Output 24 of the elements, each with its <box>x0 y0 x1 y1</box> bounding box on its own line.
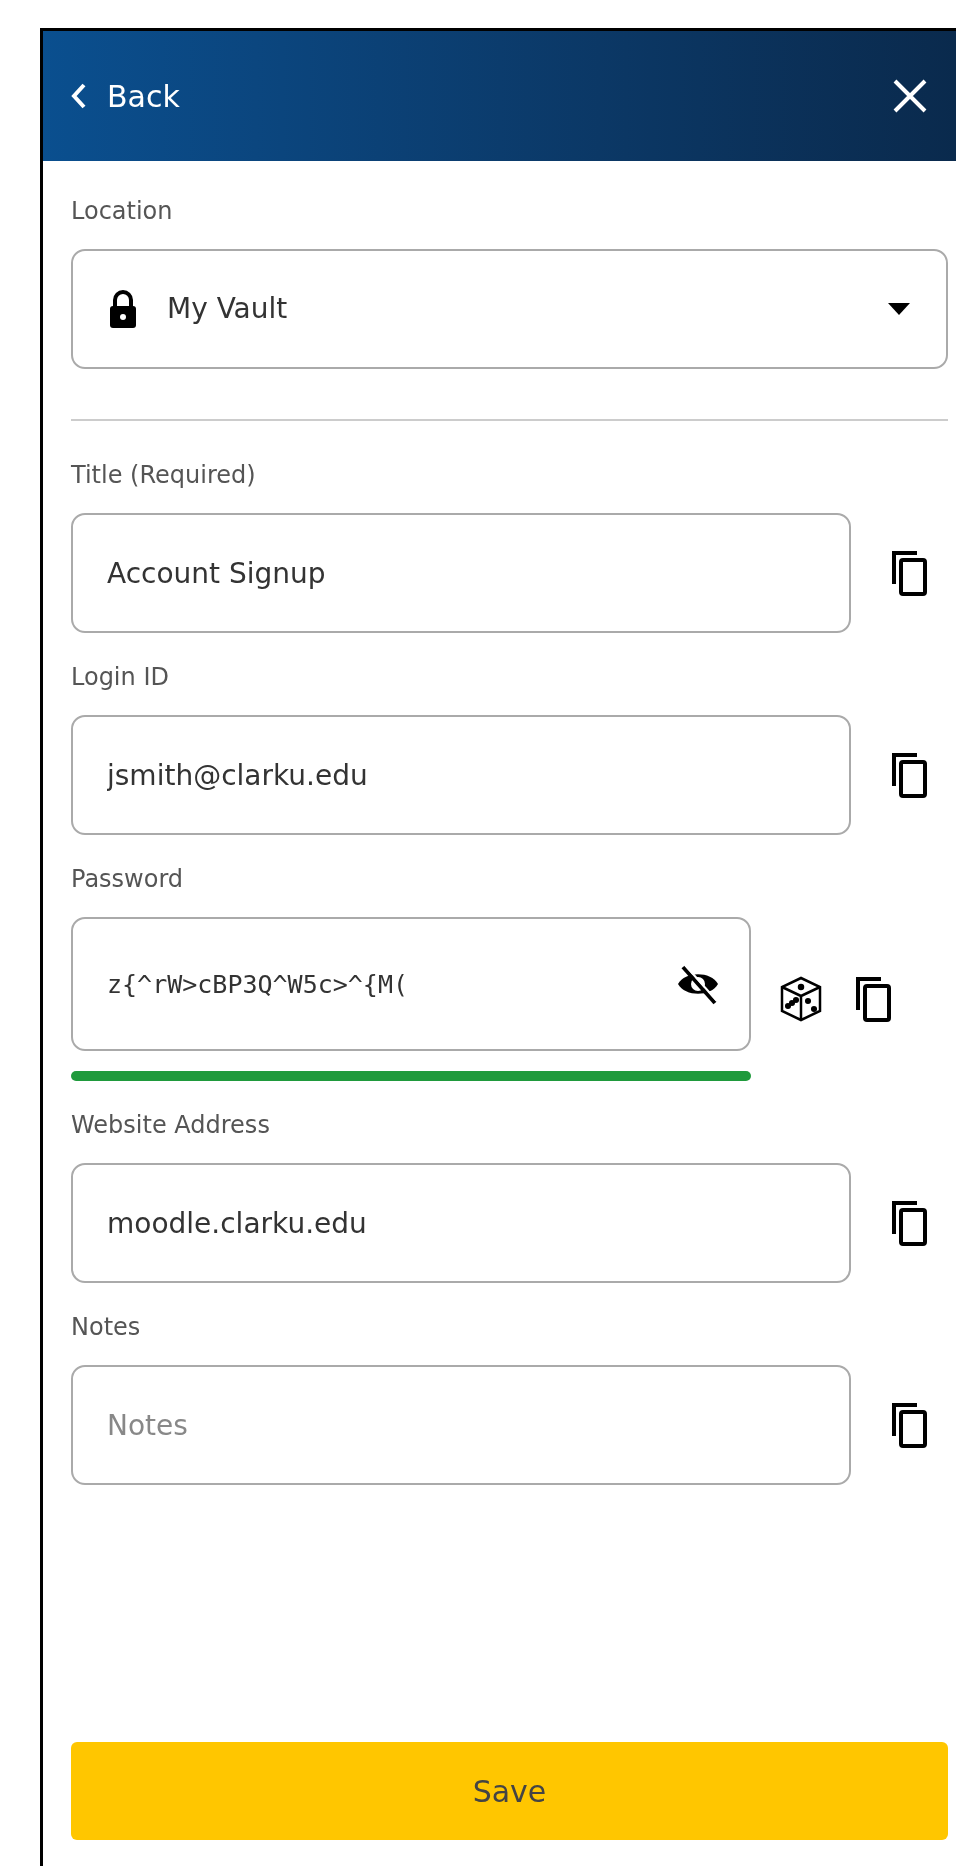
copy-icon[interactable] <box>855 976 891 1022</box>
field-label: Location <box>71 196 174 227</box>
password-field[interactable]: z{^rW>cBP3Q^W5c>^{M( <box>71 917 751 1051</box>
field-label: Website Address <box>71 1110 271 1141</box>
save-button[interactable]: Save <box>71 1742 948 1840</box>
chevron-left-icon <box>71 82 87 110</box>
text-field[interactable]: jsmith@clarku.edu <box>71 715 851 835</box>
dice-icon[interactable] <box>779 975 823 1023</box>
text-field[interactable]: Account Signup <box>71 513 851 633</box>
copy-icon[interactable] <box>891 1200 927 1246</box>
text-field[interactable]: Notes <box>71 1365 851 1485</box>
field-label: Notes <box>71 1312 142 1343</box>
caret-icon <box>888 303 910 315</box>
field-label: Title (Required) <box>71 460 257 491</box>
copy-icon[interactable] <box>891 1402 927 1448</box>
field-label: Password <box>71 864 185 895</box>
text-field[interactable]: moodle.clarku.edu <box>71 1163 851 1283</box>
back-button[interactable]: Back <box>71 73 180 119</box>
close-icon[interactable] <box>892 78 928 114</box>
lock-icon <box>109 289 137 329</box>
location-select[interactable]: My Vault <box>71 249 948 369</box>
copy-icon[interactable] <box>891 752 927 798</box>
field-label: Login ID <box>71 662 170 693</box>
copy-icon[interactable] <box>891 550 927 596</box>
